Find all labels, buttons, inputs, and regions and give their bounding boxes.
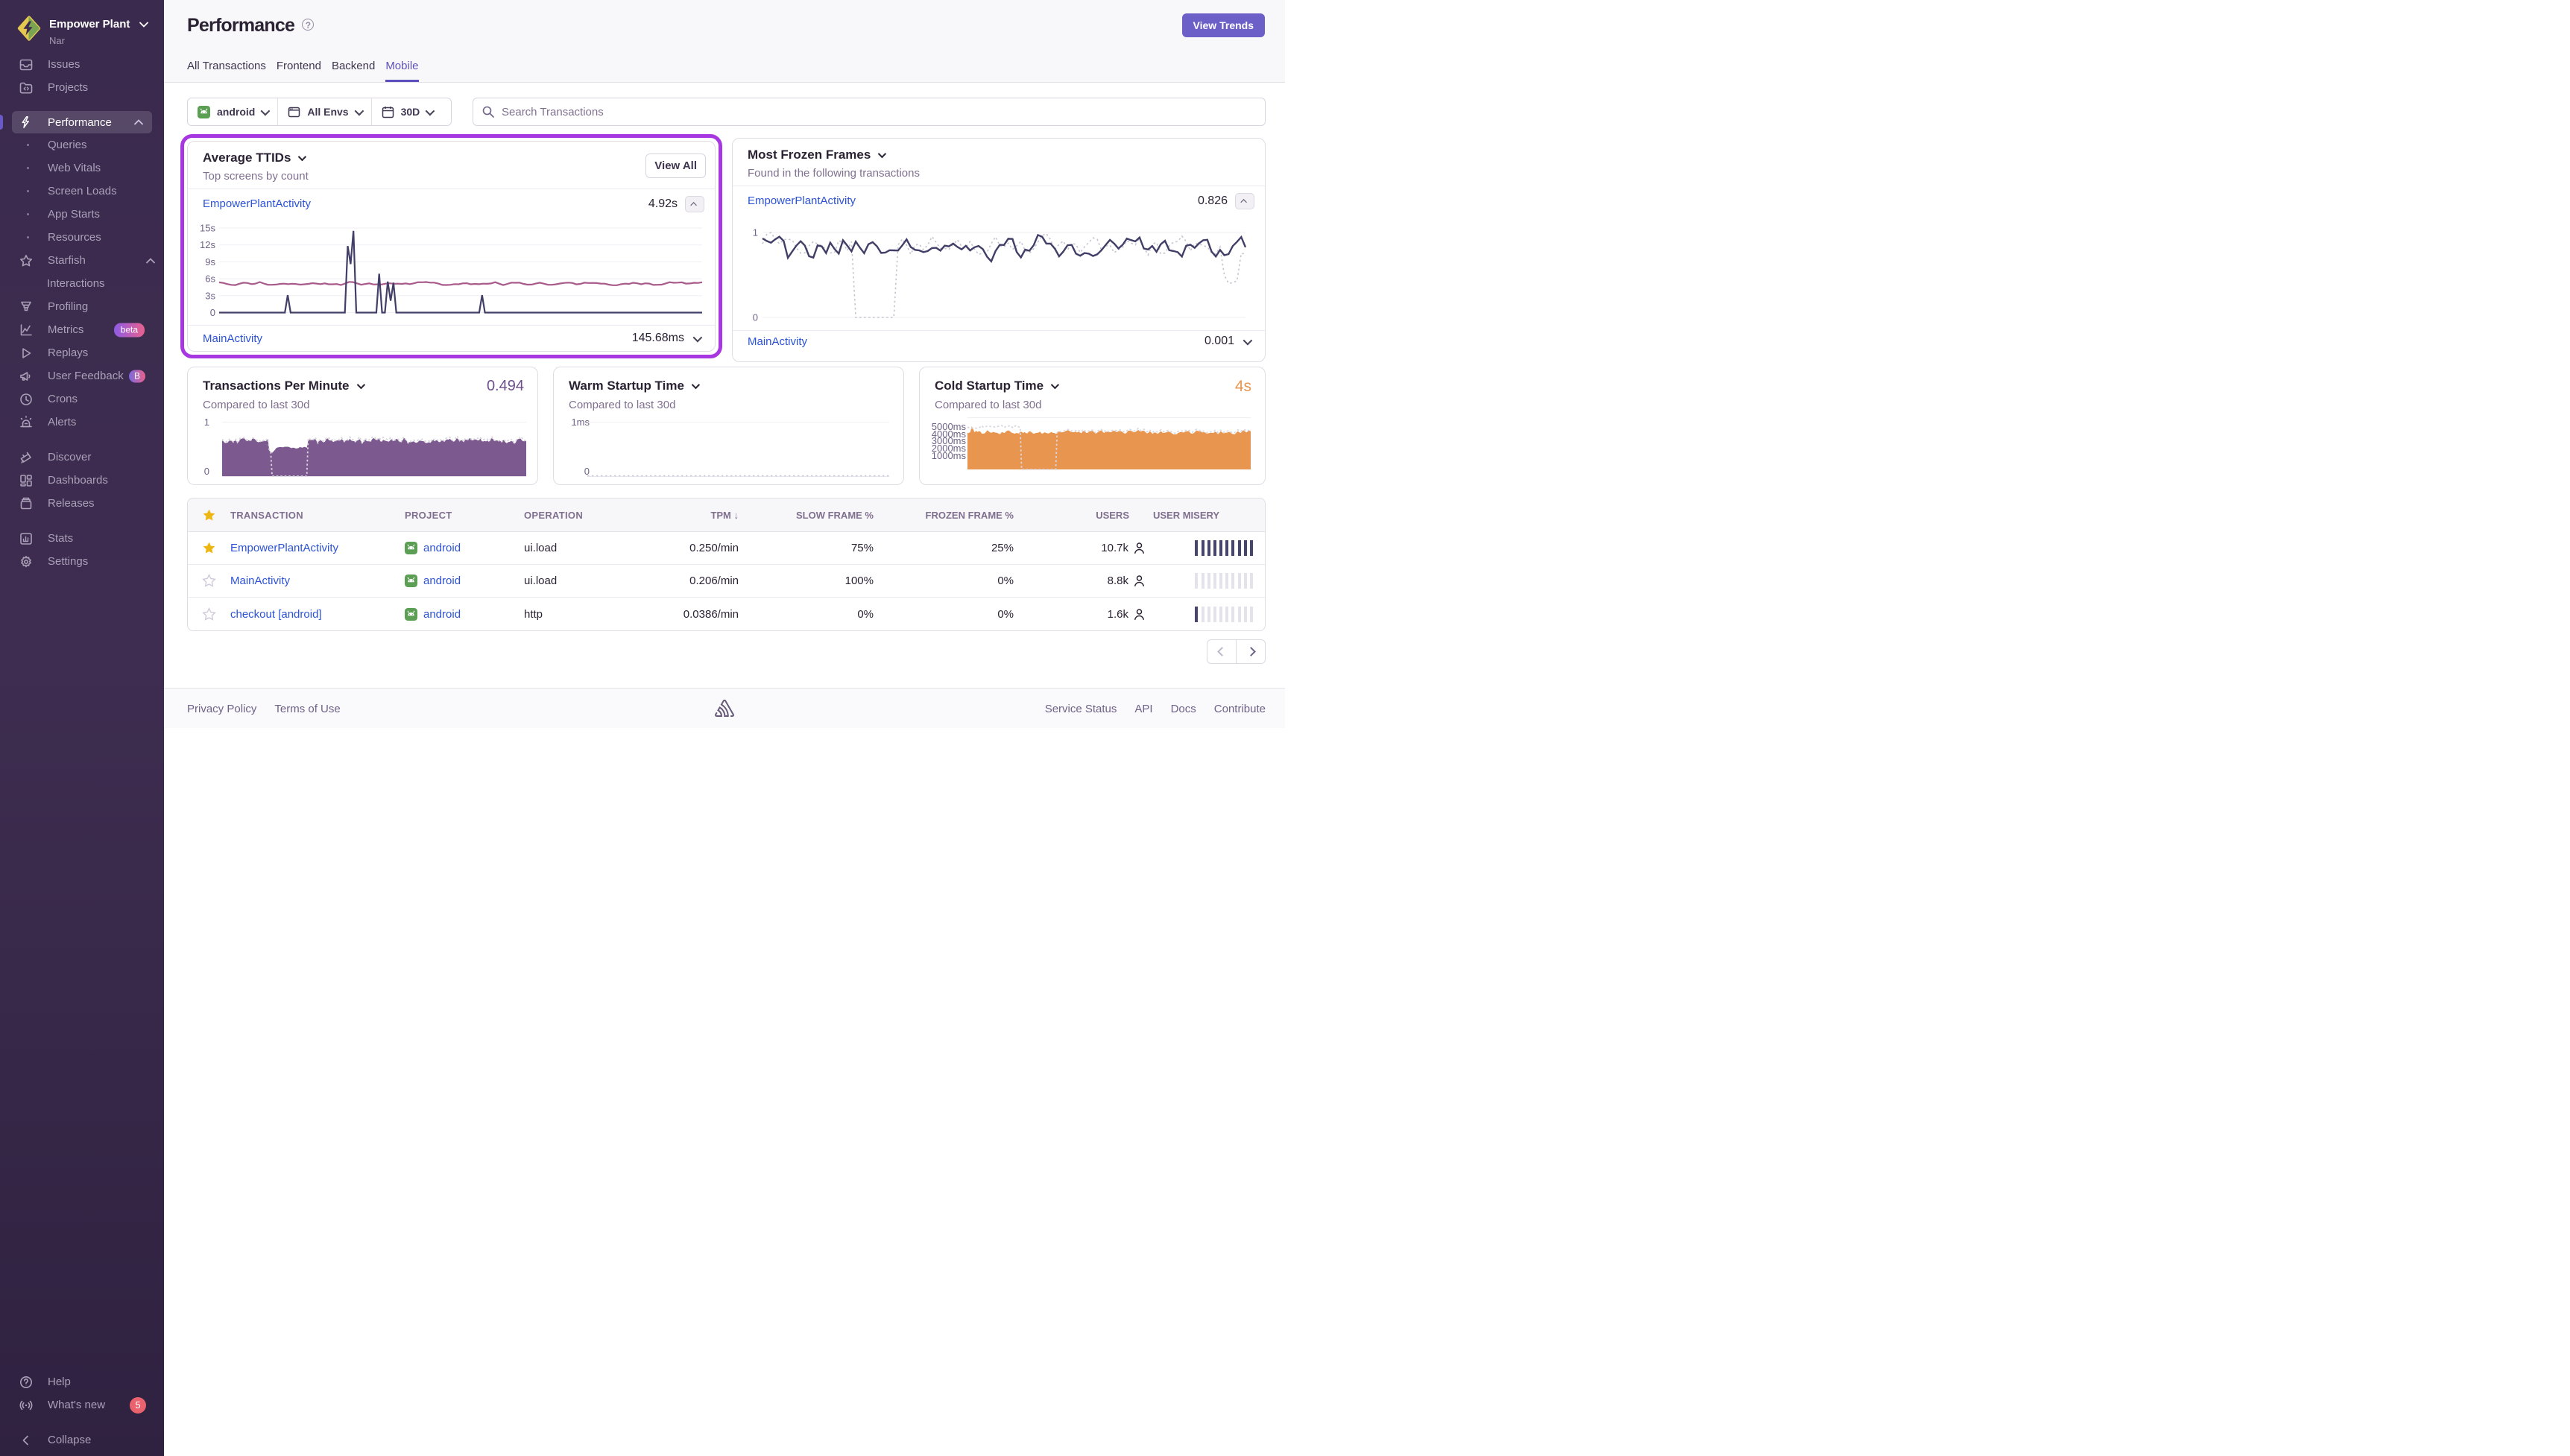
- svg-text:9s: 9s: [205, 256, 215, 268]
- svg-text:1: 1: [753, 227, 758, 238]
- svg-text:6s: 6s: [205, 273, 215, 285]
- svg-text:0: 0: [753, 312, 758, 323]
- svg-text:0: 0: [210, 307, 215, 318]
- svg-text:3s: 3s: [205, 290, 215, 301]
- svg-text:15s: 15s: [200, 224, 215, 234]
- svg-text:12s: 12s: [200, 239, 215, 250]
